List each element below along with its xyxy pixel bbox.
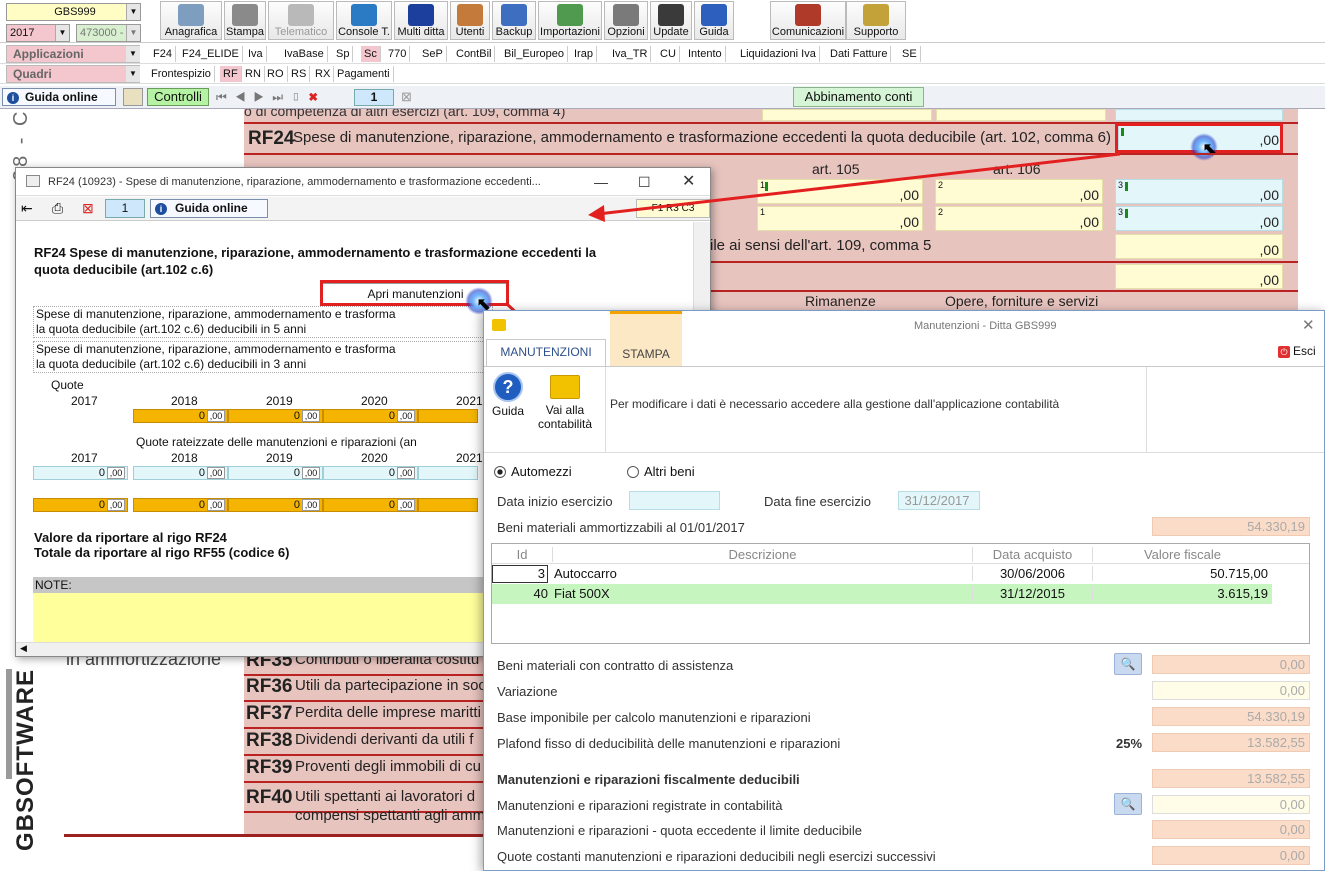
cell-data-acquisto: 31/12/2015 xyxy=(972,586,1092,601)
tab-manutenzioni[interactable]: MANUTENZIONI xyxy=(486,339,606,366)
vai-contabilita-button[interactable]: Vai alla contabilità xyxy=(530,372,600,431)
cell-descrizione: Fiat 500X xyxy=(554,586,610,601)
field-value-2[interactable]: 0,00 xyxy=(1152,681,1310,700)
data-inizio-label: Data inizio esercizio xyxy=(497,494,613,509)
col-data-acquisto[interactable]: Data acquisto xyxy=(972,547,1092,562)
arrow-to-rf24 xyxy=(597,152,1121,216)
field-value-7: 0,00 xyxy=(1152,820,1310,839)
power-icon: ⏻ xyxy=(1278,346,1290,358)
tab-stampa-label: STAMPA xyxy=(622,347,670,361)
field-value-6[interactable]: 0,00 xyxy=(1152,795,1310,814)
folder-icon xyxy=(492,319,506,331)
field-label-5: Manutenzioni e riparazioni fiscalmente d… xyxy=(497,772,800,787)
cell-id: 3 xyxy=(492,565,548,583)
search-icon[interactable]: 🔍 xyxy=(1114,793,1142,815)
field-label-4: Plafond fisso di deducibilità delle manu… xyxy=(497,736,841,751)
help-icon: ? xyxy=(493,372,523,402)
tab-stampa[interactable]: STAMPA xyxy=(610,311,682,366)
field-value-4: 13.582,55 xyxy=(1152,733,1310,752)
field-label-3: Base imponibile per calcolo manutenzioni… xyxy=(497,710,811,725)
radio-automezzi[interactable]: Automezzi xyxy=(494,464,572,479)
radio-unchecked-icon xyxy=(627,466,639,478)
col-descrizione[interactable]: Descrizione xyxy=(552,547,972,562)
col-valore-fiscale[interactable]: Valore fiscale xyxy=(1092,547,1272,562)
guida-ribbon-button[interactable]: ? Guida xyxy=(488,372,528,418)
field-label-7: Manutenzioni e riparazioni - quota ecced… xyxy=(497,823,862,838)
field-label-2: Variazione xyxy=(497,684,558,699)
field-value-5: 13.582,55 xyxy=(1152,769,1310,788)
radio-altri-beni[interactable]: Altri beni xyxy=(627,464,695,479)
field-value-1: 0,00 xyxy=(1152,655,1310,674)
field-label-8: Quote costanti manutenzioni e riparazion… xyxy=(497,849,936,864)
open-folder-icon xyxy=(550,375,580,399)
esci-button[interactable]: ⏻ Esci xyxy=(1278,344,1316,358)
guida-ribbon-label: Guida xyxy=(491,404,525,418)
beni-ammortizzabili-label: Beni materiali ammortizzabili al 01/01/2… xyxy=(497,520,745,535)
ribbon-info-text: Per modificare i dati è necessario acced… xyxy=(610,397,1060,411)
search-icon[interactable]: 🔍 xyxy=(1114,653,1142,675)
data-inizio-input[interactable] xyxy=(629,491,720,510)
field-value-8: 0,00 xyxy=(1152,846,1310,865)
manutenzioni-title: Manutenzioni - Ditta GBS999 xyxy=(914,320,1057,332)
cell-data-acquisto: 30/06/2006 xyxy=(972,566,1092,581)
cell-valore-fiscale: 50.715,00 xyxy=(1092,566,1268,581)
manutenzioni-window: Manutenzioni - Ditta GBS999 ✕ MANUTENZIO… xyxy=(483,310,1325,871)
close-icon[interactable]: ✕ xyxy=(1302,316,1315,334)
vai-contabilita-label: Vai alla contabilità xyxy=(537,403,593,431)
plafond-percent: 25% xyxy=(1116,736,1143,751)
radio-checked-icon xyxy=(494,466,506,478)
cell-valore-fiscale: 3.615,19 xyxy=(1092,586,1268,601)
data-fine-label: Data fine esercizio xyxy=(764,494,871,509)
cell-descrizione: Autoccarro xyxy=(554,566,617,581)
radio-automezzi-label: Automezzi xyxy=(511,464,572,479)
field-label-1: Beni materiali con contratto di assisten… xyxy=(497,658,734,673)
radio-altri-beni-label: Altri beni xyxy=(644,464,695,479)
table-row[interactable]: 40 Fiat 500X 31/12/2015 3.615,19 xyxy=(492,584,1272,604)
esci-label: Esci xyxy=(1293,344,1316,358)
arrow-head xyxy=(588,205,605,222)
cell-id: 40 xyxy=(533,586,548,601)
beni-ammortizzabili-value: 54.330,19 xyxy=(1152,517,1310,536)
col-id[interactable]: Id xyxy=(492,547,552,562)
table-header: Id Descrizione Data acquisto Valore fisc… xyxy=(492,544,1309,564)
table-row[interactable]: 3 Autoccarro 30/06/2006 50.715,00 xyxy=(492,564,1272,584)
field-label-6: Manutenzioni e riparazioni registrate in… xyxy=(497,798,783,813)
ribbon: ? Guida Vai alla contabilità Per modifica… xyxy=(484,366,1324,453)
beni-table: Id Descrizione Data acquisto Valore fisc… xyxy=(491,543,1310,644)
data-fine-input[interactable]: 31/12/2017 xyxy=(898,491,980,510)
field-value-3: 54.330,19 xyxy=(1152,707,1310,726)
